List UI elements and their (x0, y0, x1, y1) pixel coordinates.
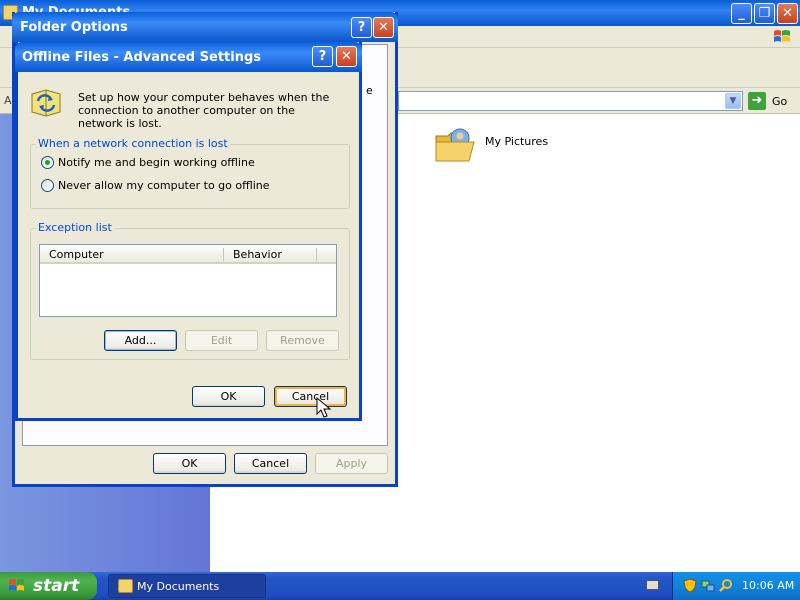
exception-list-group: Exception list Computer Behavior Add... … (30, 221, 350, 360)
start-label: start (33, 576, 80, 596)
radio-button[interactable] (41, 179, 54, 192)
offline-sync-icon (31, 89, 61, 117)
radio-notify-offline-label: Notify me and begin working offline (58, 156, 255, 169)
taskbar-item-label: My Documents (137, 580, 220, 593)
windows-logo-icon (774, 30, 790, 42)
close-icon[interactable]: ✕ (373, 17, 394, 38)
ok-button[interactable]: OK (192, 386, 265, 407)
clock: 10:06 AM (742, 579, 795, 592)
address-input[interactable]: ▼ (398, 91, 743, 111)
folder-options-button-row: OK Cancel Apply (15, 453, 395, 479)
mouse-cursor-icon (316, 397, 332, 418)
offline-files-advanced-dialog: Offline Files - Advanced Settings ? ✕ Se… (15, 42, 362, 421)
cancel-button[interactable]: Cancel (234, 453, 307, 474)
tab-text-fragment: e (366, 84, 373, 97)
column-header-computer[interactable]: Computer (49, 248, 104, 261)
go-button[interactable]: ➜ Go (748, 92, 796, 111)
offline-description: Set up how your computer behaves when th… (78, 91, 330, 130)
my-pictures-label: My Pictures (485, 135, 549, 148)
radio-never-offline[interactable]: Never allow my computer to go offline (41, 178, 271, 194)
offline-dialog-title: Offline Files - Advanced Settings (22, 50, 261, 65)
folder-icon (118, 579, 133, 593)
maximize-icon[interactable]: ❐ (754, 3, 775, 24)
exception-list-view[interactable]: Computer Behavior (39, 244, 337, 317)
keyboard-icon[interactable] (646, 580, 659, 590)
column-divider[interactable] (223, 248, 224, 261)
exception-list-group-title: Exception list (36, 221, 114, 234)
folder-options-title: Folder Options (20, 20, 128, 35)
offline-dialog-titlebar[interactable]: Offline Files - Advanced Settings ? ✕ (15, 42, 362, 72)
help-icon[interactable]: ? (351, 17, 372, 38)
system-tray: 10:06 AM (672, 572, 800, 600)
taskbar: start My Documents 10:06 AM (0, 572, 800, 600)
close-icon[interactable]: ✕ (336, 46, 357, 67)
help-icon[interactable]: ? (312, 46, 333, 67)
security-shield-icon[interactable] (683, 578, 697, 593)
list-header: Computer Behavior (40, 245, 336, 264)
radio-notify-offline[interactable]: Notify me and begin working offline (41, 155, 271, 171)
go-label: Go (772, 95, 788, 108)
folder-options-titlebar[interactable]: Folder Options ? ✕ (12, 12, 398, 42)
cancel-button[interactable]: Cancel (274, 386, 347, 407)
network-lost-group-title: When a network connection is lost (36, 137, 230, 150)
minimize-icon[interactable]: _ (731, 3, 752, 24)
radio-button-checked[interactable] (41, 156, 54, 169)
remove-button[interactable]: Remove (266, 330, 339, 351)
column-header-behavior[interactable]: Behavior (233, 248, 282, 261)
edit-button[interactable]: Edit (185, 330, 258, 351)
taskbar-item-my-documents[interactable]: My Documents (108, 574, 266, 598)
windows-flag-icon (9, 579, 24, 591)
network-icon[interactable] (701, 578, 715, 593)
network-lost-group: When a network connection is lost Notify… (30, 137, 350, 209)
ok-button[interactable]: OK (153, 453, 226, 474)
search-icon[interactable] (719, 578, 733, 593)
start-button[interactable]: start (0, 572, 97, 600)
close-icon[interactable]: ✕ (777, 3, 798, 24)
apply-button[interactable]: Apply (315, 453, 388, 474)
column-divider[interactable] (316, 248, 317, 261)
go-arrow-icon: ➜ (748, 92, 766, 110)
my-pictures-item[interactable]: My Pictures (434, 122, 574, 172)
chevron-down-icon[interactable]: ▼ (725, 93, 741, 109)
radio-never-offline-label: Never allow my computer to go offline (58, 179, 270, 192)
add-button[interactable]: Add... (104, 330, 177, 351)
address-label: A (4, 94, 12, 107)
my-pictures-folder-icon (435, 128, 475, 162)
